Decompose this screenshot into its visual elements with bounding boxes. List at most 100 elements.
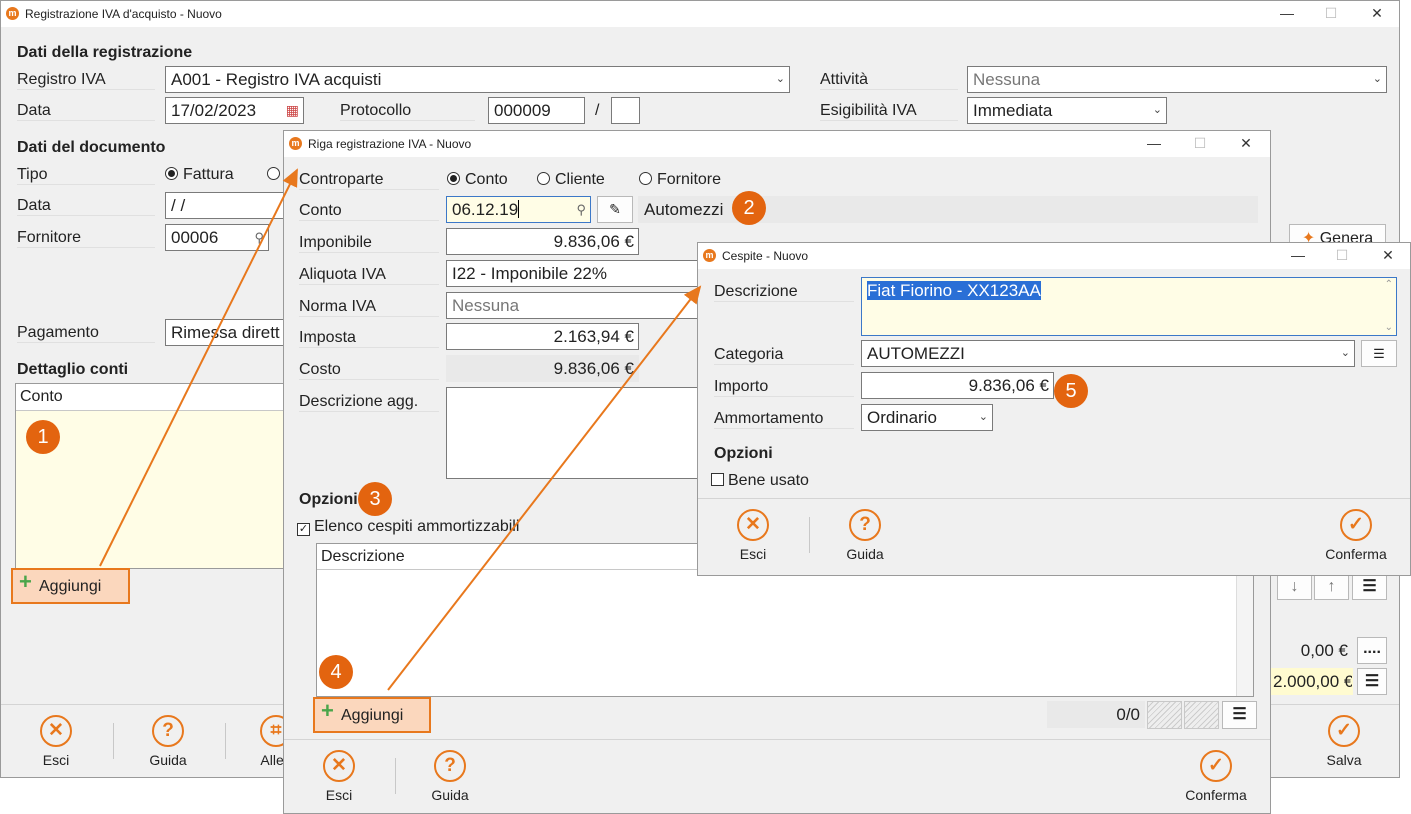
chevron-down-icon: ⌄: [978, 411, 988, 423]
conti-table[interactable]: Conto: [15, 383, 295, 569]
total1-more-button[interactable]: ....: [1357, 637, 1387, 664]
elenco-cespiti-checkbox[interactable]: ✓ Elenco cespiti ammortizzabili: [297, 518, 519, 536]
guida-label: Guida: [149, 752, 187, 768]
total2-menu-icon[interactable]: ☰: [1357, 668, 1387, 695]
maximize-icon[interactable]: ☐: [1334, 247, 1350, 263]
norma-select[interactable]: Nessuna: [446, 292, 706, 319]
chevron-down-icon: ⌄: [1152, 104, 1162, 116]
categoria-select[interactable]: AUTOMEZZI ⌄: [861, 340, 1355, 367]
aggiungi-label: Aggiungi: [341, 707, 404, 724]
conto-desc-field: Automezzi: [638, 196, 1258, 223]
descagg-textarea[interactable]: [446, 387, 706, 479]
chevron-down-icon: ⌄: [1384, 322, 1393, 333]
conto-desc-value: Automezzi: [644, 200, 724, 219]
step-badge-1: 1: [26, 420, 60, 454]
calendar-icon[interactable]: ▦: [286, 98, 299, 123]
close-icon[interactable]: ✕: [1238, 135, 1254, 151]
aliquota-value: I22 - Imponibile 22%: [452, 264, 607, 283]
riga-conferma-button[interactable]: ✓ Conferma: [1176, 750, 1256, 803]
importo-field[interactable]: 9.836,06 €: [861, 372, 1054, 399]
help-circle-icon: ?: [152, 715, 184, 747]
doc-data-label: Data: [17, 197, 155, 216]
search-icon[interactable]: ⚲: [254, 225, 264, 250]
search-icon[interactable]: ⚲: [576, 197, 586, 222]
fornitore-value: 00006: [171, 228, 219, 247]
registro-select[interactable]: A001 - Registro IVA acquisti ⌄: [165, 66, 790, 93]
minimize-icon[interactable]: —: [1279, 5, 1295, 21]
aggiungi-cespiti-button[interactable]: + Aggiungi: [313, 697, 431, 733]
conto-field[interactable]: 06.12.19 ⚲: [446, 196, 591, 223]
protocollo-suffix-field[interactable]: [611, 97, 640, 124]
esci-button[interactable]: ✕ Esci: [16, 715, 96, 768]
nav-prev-button[interactable]: [1147, 701, 1182, 729]
radio-conto[interactable]: Conto: [447, 171, 508, 189]
cespite-conferma-button[interactable]: ✓ Conferma: [1316, 509, 1396, 562]
aliquota-select[interactable]: I22 - Imponibile 22%: [446, 260, 706, 287]
help-circle-icon: ?: [849, 509, 881, 541]
bene-usato-label: Bene usato: [728, 472, 809, 489]
app-logo-icon: m: [6, 7, 19, 20]
protocollo-field[interactable]: 000009: [488, 97, 585, 124]
salva-button[interactable]: ✓ Salva: [1304, 715, 1384, 768]
move-down-button[interactable]: ↓: [1277, 573, 1312, 600]
doc-data-field[interactable]: / /: [165, 192, 285, 219]
categoria-list-button[interactable]: ☰: [1361, 340, 1397, 367]
minimize-icon[interactable]: —: [1290, 247, 1306, 263]
controparte-label: Controparte: [299, 171, 439, 190]
descrizione-label: Descrizione: [714, 283, 854, 302]
riga-guida-button[interactable]: ? Guida: [410, 750, 490, 803]
ammortamento-select[interactable]: Ordinario ⌄: [861, 404, 993, 431]
plus-icon: +: [19, 569, 32, 594]
col-conto[interactable]: Conto: [20, 388, 63, 406]
radio-fornitore[interactable]: Fornitore: [639, 171, 721, 189]
ammortamento-value: Ordinario: [867, 408, 937, 427]
riga-title: Riga registrazione IVA - Nuovo: [308, 137, 472, 151]
cespiti-menu-icon[interactable]: ☰: [1222, 701, 1257, 729]
pagamento-select[interactable]: Rimessa dirett: [165, 319, 295, 346]
menu-icon[interactable]: ☰: [1352, 573, 1387, 600]
check-circle-icon: ✓: [1328, 715, 1360, 747]
imposta-value: 2.163,94 €: [553, 327, 634, 346]
radio-cliente[interactable]: Cliente: [537, 171, 605, 189]
descrizione-textarea[interactable]: Fiat Fiorino - XX123AA ⌃ ⌄: [861, 277, 1397, 336]
checkbox-icon: [711, 473, 724, 486]
text-cursor: [518, 200, 520, 218]
descrizione-value: Fiat Fiorino - XX123AA: [867, 281, 1041, 300]
guida-button[interactable]: ? Guida: [128, 715, 208, 768]
close-circle-icon: ✕: [323, 750, 355, 782]
fornitore-field[interactable]: 00006 ⚲: [165, 224, 269, 251]
minimize-icon[interactable]: —: [1146, 135, 1162, 151]
data-value: 17/02/2023: [171, 101, 257, 120]
app-logo-icon: m: [289, 137, 302, 150]
attivita-select[interactable]: Nessuna ⌄: [967, 66, 1387, 93]
cespite-guida-button[interactable]: ? Guida: [825, 509, 905, 562]
close-icon[interactable]: ✕: [1369, 5, 1385, 21]
imponibile-field[interactable]: 9.836,06 €: [446, 228, 639, 255]
maximize-icon[interactable]: ☐: [1192, 135, 1208, 151]
data-field[interactable]: 17/02/2023 ▦: [165, 97, 304, 124]
esigibilita-label: Esigibilità IVA: [820, 102, 958, 121]
edit-conto-button[interactable]: ✎: [597, 196, 633, 223]
bene-usato-checkbox[interactable]: Bene usato: [711, 472, 809, 490]
footer-separator: [113, 723, 114, 759]
close-icon[interactable]: ✕: [1380, 247, 1396, 263]
guida-label: Guida: [846, 546, 884, 562]
aggiungi-conti-button[interactable]: + Aggiungi: [11, 568, 130, 604]
conto-label: Conto: [299, 202, 439, 221]
doc-data-value: / /: [171, 196, 186, 215]
tipo-fattura-radio[interactable]: Fattura: [165, 166, 234, 184]
esigibilita-select[interactable]: Immediata ⌄: [967, 97, 1167, 124]
cespite-esci-button[interactable]: ✕ Esci: [713, 509, 793, 562]
col-descrizione[interactable]: Descrizione: [321, 548, 405, 566]
imposta-field[interactable]: 2.163,94 €: [446, 323, 639, 350]
maximize-icon[interactable]: ☐: [1323, 5, 1339, 21]
move-up-button[interactable]: ↑: [1314, 573, 1349, 600]
guida-label: Guida: [431, 787, 469, 803]
protocollo-label: Protocollo: [340, 102, 475, 121]
step-badge-5: 5: [1054, 374, 1088, 408]
conferma-label: Conferma: [1325, 546, 1387, 562]
total1-field: 0,00 €: [1267, 637, 1353, 664]
riga-esci-button[interactable]: ✕ Esci: [299, 750, 379, 803]
chevron-down-icon: ⌄: [1372, 73, 1382, 85]
nav-next-button[interactable]: [1184, 701, 1219, 729]
